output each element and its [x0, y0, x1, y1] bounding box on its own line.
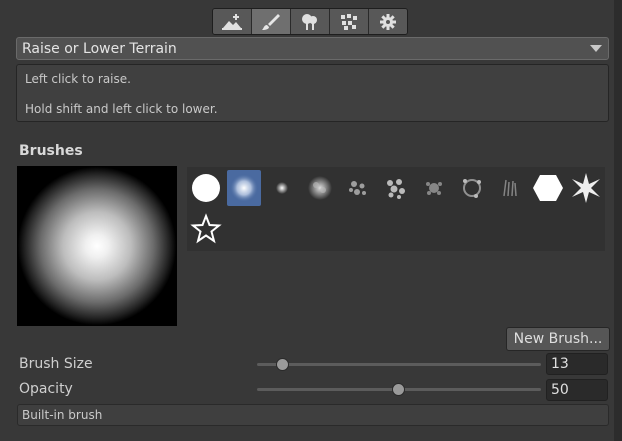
- help-line-lower: Hold shift and left click to lower.: [25, 102, 218, 116]
- grass-brush-icon: [503, 179, 517, 197]
- chevron-down-icon: [590, 45, 602, 52]
- brush-size-slider-thumb[interactable]: [275, 358, 289, 371]
- hard-circle-brush-icon: [192, 174, 220, 202]
- brush-grass[interactable]: [493, 170, 527, 206]
- brush-soft-circle[interactable]: [227, 170, 261, 206]
- soft-circle-brush-icon: [230, 174, 258, 202]
- paint-trees-button[interactable]: [291, 9, 330, 34]
- brush-hexagon[interactable]: [531, 170, 565, 206]
- terrain-plus-icon: [222, 13, 242, 30]
- brush-source-field: Built-in brush: [17, 404, 609, 426]
- small-soft-brush-icon: [276, 182, 288, 194]
- tool-help-box: Left click to raise. Hold shift and left…: [16, 64, 609, 122]
- trees-icon: [302, 13, 317, 30]
- terrain-toolbar: [212, 8, 408, 35]
- brush-noise-cloud[interactable]: [303, 170, 337, 206]
- scrollbar[interactable]: [614, 0, 622, 441]
- starburst-brush-icon: [572, 173, 600, 203]
- brush-grid: [187, 167, 605, 251]
- brush-splatter-3[interactable]: [417, 170, 451, 206]
- brush-star-burst[interactable]: [569, 170, 603, 206]
- brush-small-soft[interactable]: [265, 170, 299, 206]
- star-outline-brush-icon: [190, 213, 222, 244]
- noise-cloud-brush-icon: [308, 176, 332, 200]
- brush-size-label: Brush Size: [19, 356, 93, 372]
- brushes-section-title: Brushes: [19, 143, 83, 159]
- brush-splatter-2[interactable]: [379, 170, 413, 206]
- splatter-brush-icon: [349, 181, 366, 195]
- paint-details-button[interactable]: [330, 9, 369, 34]
- brush-splatter-1[interactable]: [341, 170, 375, 206]
- brush-size-field[interactable]: 13: [546, 353, 608, 375]
- terrain-settings-button[interactable]: [369, 9, 407, 34]
- paintbrush-icon: [262, 13, 280, 30]
- opacity-label: Opacity: [19, 381, 73, 397]
- create-neighbor-terrains-button[interactable]: [213, 9, 252, 34]
- opacity-field[interactable]: 50: [546, 379, 608, 401]
- details-icon: [341, 13, 357, 30]
- gear-icon: [380, 13, 396, 30]
- ring-splatter-brush-icon: [463, 179, 481, 198]
- opacity-slider-thumb[interactable]: [392, 383, 405, 396]
- splatter-brush-icon: [387, 179, 405, 199]
- brush-star-outline[interactable]: [189, 211, 223, 247]
- help-line-raise: Left click to raise.: [25, 72, 131, 86]
- new-brush-button[interactable]: New Brush...: [506, 327, 610, 351]
- hexagon-brush-icon: [533, 175, 563, 201]
- paint-terrain-button[interactable]: [252, 9, 291, 34]
- splatter-brush-icon: [426, 182, 442, 195]
- terrain-tool-dropdown[interactable]: Raise or Lower Terrain: [16, 37, 609, 60]
- brush-preview: [17, 166, 177, 326]
- brush-hard-circle[interactable]: [189, 170, 223, 206]
- terrain-tool-dropdown-value: Raise or Lower Terrain: [22, 40, 177, 57]
- brush-ring-splatter[interactable]: [455, 170, 489, 206]
- brush-size-slider-track[interactable]: [257, 363, 541, 366]
